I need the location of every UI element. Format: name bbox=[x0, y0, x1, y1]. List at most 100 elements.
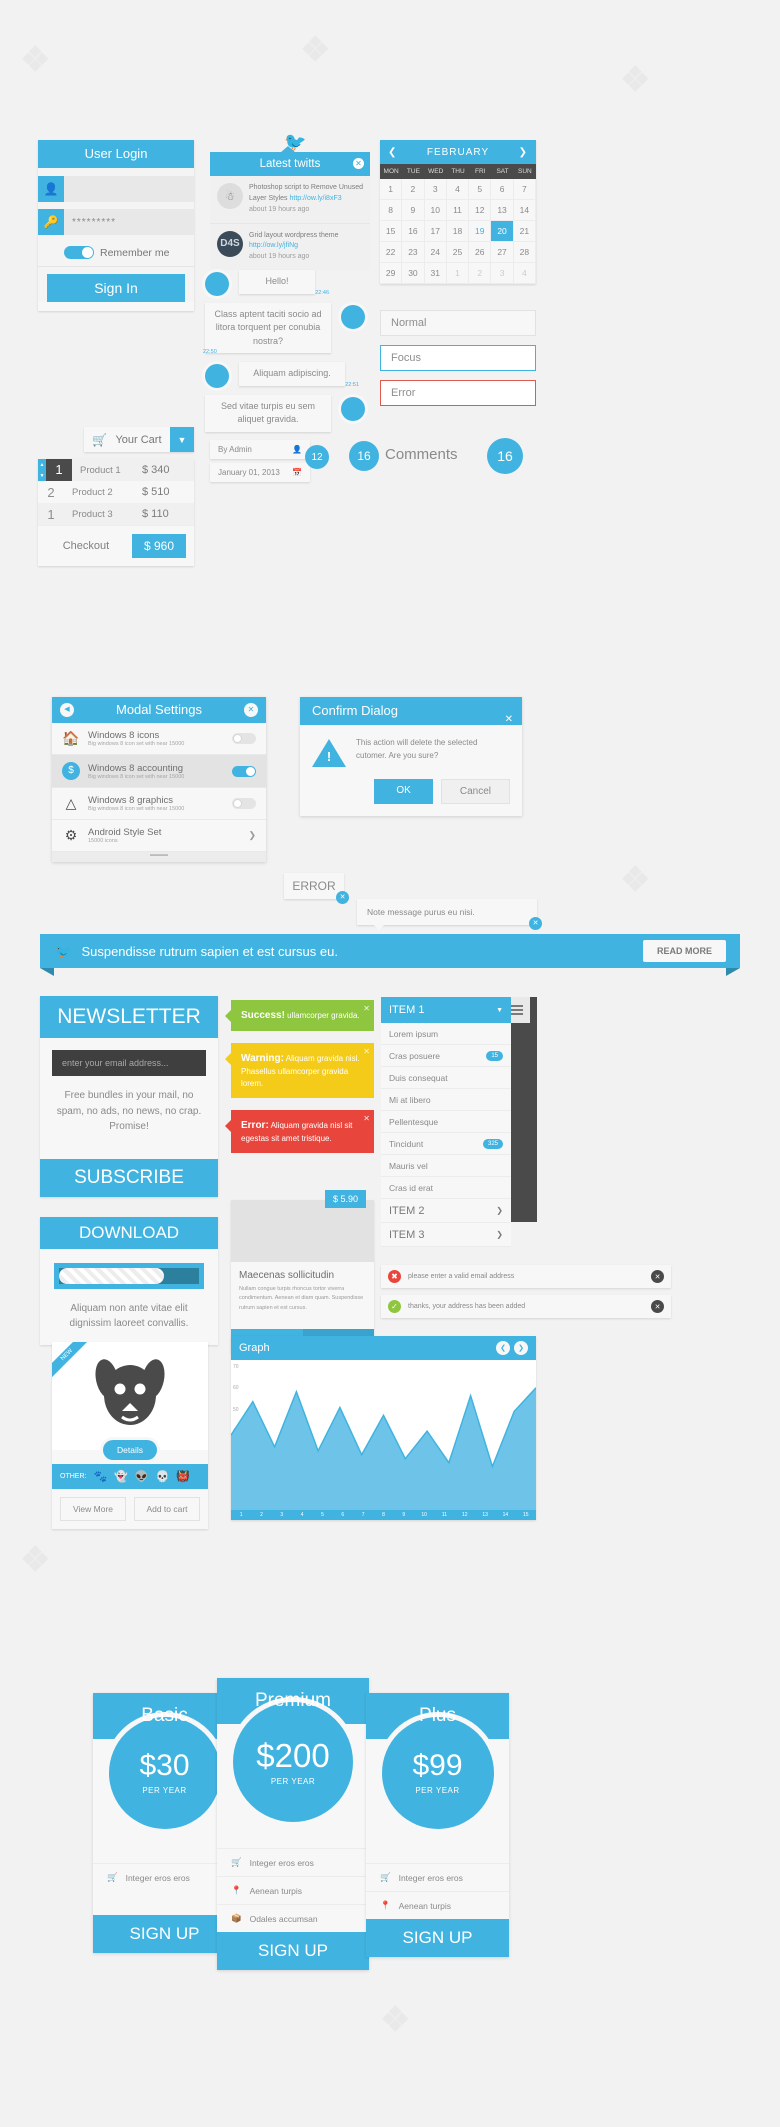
quantity-stepper[interactable]: ▲ ▼ bbox=[38, 459, 46, 481]
monster-icon[interactable]: 👹 bbox=[176, 1470, 190, 1483]
calendar-day[interactable]: 5 bbox=[469, 179, 492, 200]
calendar-day[interactable]: 6 bbox=[491, 179, 514, 200]
calendar-day[interactable]: 1 bbox=[446, 263, 470, 284]
cart-qty[interactable]: 1 bbox=[38, 507, 64, 522]
calendar-day[interactable]: 16 bbox=[402, 221, 425, 242]
calendar-day[interactable]: 18 bbox=[446, 221, 470, 242]
cancel-button[interactable]: Cancel bbox=[440, 779, 510, 804]
cart-qty[interactable]: 1 bbox=[46, 459, 72, 481]
calendar-day[interactable]: 10 bbox=[424, 200, 447, 221]
username-field-row[interactable]: 👤 bbox=[38, 176, 194, 202]
email-field[interactable]: enter your email address... bbox=[52, 1050, 206, 1076]
chevron-left-icon[interactable]: ◀ bbox=[60, 703, 74, 717]
checkout-label[interactable]: Checkout bbox=[46, 540, 126, 552]
close-icon[interactable]: ✕ bbox=[651, 1300, 664, 1313]
list-item[interactable]: ☃ Photoshop script to Remove Unused Laye… bbox=[210, 176, 370, 223]
chevron-right-icon[interactable]: ❯ bbox=[514, 1341, 528, 1355]
calendar-day[interactable]: 20 bbox=[491, 221, 514, 242]
calendar-day[interactable]: 9 bbox=[402, 200, 425, 221]
calendar-grid[interactable]: 1 2 3 4 5 6 7 8 9 10 11 12 13 14 15 16 17 18 19 20 21 22 23 24 2… bbox=[380, 179, 536, 284]
calendar-day[interactable]: 24 bbox=[424, 242, 447, 263]
calendar-day[interactable]: 13 bbox=[491, 200, 514, 221]
sign-up-button[interactable]: SIGN UP bbox=[217, 1932, 369, 1970]
password-field-row[interactable]: 🔑 ********* bbox=[38, 209, 194, 235]
error-tooltip[interactable]: ERROR ✕ bbox=[284, 873, 349, 904]
accordion-list-item[interactable]: Mi at libero bbox=[381, 1089, 511, 1111]
ghost-icon[interactable]: 👻 bbox=[114, 1470, 128, 1483]
cart-qty[interactable]: 2 bbox=[38, 485, 64, 500]
calendar-day[interactable]: 23 bbox=[402, 242, 425, 263]
calendar-day[interactable]: 29 bbox=[380, 263, 403, 284]
chevron-right-icon[interactable]: ❯ bbox=[519, 147, 528, 158]
close-icon[interactable]: ✕ bbox=[529, 917, 542, 930]
badge-count-large[interactable]: 16 bbox=[487, 438, 523, 474]
close-icon[interactable]: ✕ bbox=[244, 703, 258, 717]
badge-count-small[interactable]: 12 bbox=[305, 445, 329, 469]
sign-in-button[interactable]: Sign In bbox=[47, 274, 185, 302]
setting-toggle[interactable] bbox=[232, 798, 256, 809]
calendar-day[interactable]: 2 bbox=[469, 263, 492, 284]
password-input[interactable]: ********* bbox=[64, 209, 194, 235]
calendar-day[interactable]: 26 bbox=[469, 242, 492, 263]
add-to-cart-button[interactable]: Add to cart bbox=[134, 1497, 200, 1521]
remember-me-row[interactable]: Remember me bbox=[38, 242, 194, 266]
setting-toggle[interactable] bbox=[232, 733, 256, 744]
calendar-day[interactable]: 22 bbox=[380, 242, 403, 263]
calendar-day[interactable]: 25 bbox=[446, 242, 470, 263]
calendar-day[interactable]: 1 bbox=[380, 179, 403, 200]
close-icon[interactable]: ✕ bbox=[363, 1003, 370, 1015]
view-more-button[interactable]: View More bbox=[60, 1497, 126, 1521]
accordion-item-collapsed[interactable]: ITEM 3 ❯ bbox=[381, 1223, 511, 1247]
calendar-day[interactable]: 31 bbox=[424, 263, 447, 284]
chevron-left-icon[interactable]: ❮ bbox=[388, 147, 397, 158]
calendar-day[interactable]: 2 bbox=[402, 179, 425, 200]
table-row[interactable]: ▲ ▼ 1 Product 1 $ 340 bbox=[38, 459, 194, 481]
close-icon[interactable]: ✕ bbox=[353, 158, 364, 169]
calendar-day[interactable]: 14 bbox=[513, 200, 536, 221]
accordion-list-item[interactable]: Lorem ipsum bbox=[381, 1023, 511, 1045]
ok-button[interactable]: OK bbox=[374, 779, 433, 804]
accordion-list-item[interactable]: Cras id erat bbox=[381, 1177, 511, 1199]
sign-up-button[interactable]: SIGN UP bbox=[366, 1919, 509, 1957]
read-more-button[interactable]: READ MORE bbox=[642, 940, 726, 962]
close-icon[interactable]: ✕ bbox=[363, 1046, 370, 1058]
accordion-item-collapsed[interactable]: ITEM 2 ❯ bbox=[381, 1199, 511, 1223]
accordion-list-item[interactable]: Duis consequat bbox=[381, 1067, 511, 1089]
calendar-day[interactable]: 27 bbox=[491, 242, 514, 263]
accordion-list-item[interactable]: Cras posuere 15 bbox=[381, 1045, 511, 1067]
calendar-day[interactable]: 12 bbox=[469, 200, 492, 221]
list-item[interactable]: ⚙ Android Style Set 15000 icons ❯ bbox=[52, 820, 266, 852]
chevron-down-icon[interactable]: ▼ bbox=[496, 1007, 503, 1014]
list-item[interactable]: 🏠 Windows 8 icons Big windows 8 icon set… bbox=[52, 723, 266, 755]
chevron-down-icon[interactable]: ▼ bbox=[170, 427, 194, 452]
calendar-day[interactable]: 3 bbox=[491, 263, 514, 284]
subscribe-button[interactable]: SUBSCRIBE bbox=[40, 1158, 218, 1197]
close-icon[interactable]: ✕ bbox=[651, 1270, 664, 1283]
remember-me-toggle[interactable] bbox=[64, 246, 94, 259]
your-cart-button[interactable]: 🛒 Your Cart ▼ bbox=[84, 427, 194, 452]
calendar-day[interactable]: 4 bbox=[446, 179, 470, 200]
username-input[interactable] bbox=[64, 176, 194, 202]
alien-icon[interactable]: 👽 bbox=[135, 1470, 149, 1483]
calendar-day[interactable]: 19 bbox=[469, 221, 492, 242]
calendar-day[interactable]: 28 bbox=[513, 242, 536, 263]
accordion-list-item[interactable]: Pellentesque bbox=[381, 1111, 511, 1133]
calendar-day[interactable]: 30 bbox=[402, 263, 425, 284]
close-icon[interactable]: ✕ bbox=[505, 706, 513, 734]
date-pill[interactable]: January 01, 2013 📅 bbox=[210, 463, 310, 482]
calendar-day[interactable]: 21 bbox=[513, 221, 536, 242]
input-error[interactable]: Error bbox=[380, 380, 536, 406]
list-item[interactable]: △ Windows 8 graphics Big windows 8 icon … bbox=[52, 788, 266, 820]
calendar-day[interactable]: 17 bbox=[424, 221, 447, 242]
chevron-right-icon[interactable]: ❯ bbox=[248, 830, 256, 841]
calendar-day[interactable]: 15 bbox=[380, 221, 403, 242]
close-icon[interactable]: ✕ bbox=[336, 891, 349, 904]
calendar-day[interactable]: 7 bbox=[513, 179, 536, 200]
chevron-left-icon[interactable]: ❮ bbox=[496, 1341, 510, 1355]
calendar-day[interactable]: 3 bbox=[424, 179, 447, 200]
input-focus[interactable]: Focus bbox=[380, 345, 536, 371]
table-row[interactable]: 1 Product 3 $ 110 bbox=[38, 503, 194, 525]
sign-up-button[interactable]: SIGN UP bbox=[93, 1915, 236, 1953]
input-normal[interactable]: Normal bbox=[380, 310, 536, 336]
paw-icon[interactable]: 🐾 bbox=[93, 1470, 107, 1483]
